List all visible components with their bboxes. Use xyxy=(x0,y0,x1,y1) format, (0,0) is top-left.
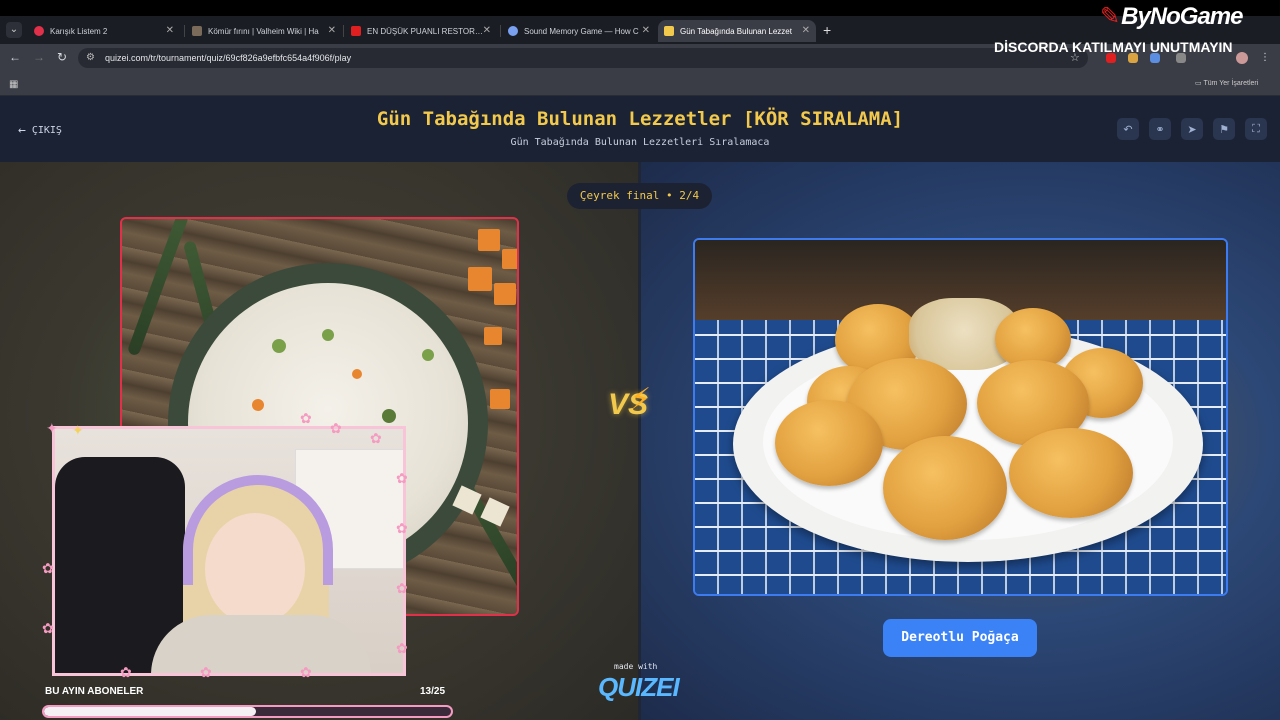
lightning-bolt-icon: ⚡ xyxy=(630,383,652,416)
game-favicon-icon xyxy=(508,26,518,36)
quiz-title: Gün Tabağında Bulunan Lezzetler [KÖR SIR… xyxy=(376,108,904,130)
new-tab-button[interactable]: + xyxy=(823,22,831,38)
tab-label: Gün Tabağında Bulunan Lezzet xyxy=(680,26,792,36)
tab-close-icon[interactable]: ✕ xyxy=(802,25,810,36)
subscribers-goal-bar xyxy=(42,705,453,718)
flower-icon: ✿ xyxy=(42,620,54,636)
flower-icon: ✿ xyxy=(396,520,408,536)
site-info-icon[interactable]: ⚙ xyxy=(86,52,95,63)
youtube-favicon-icon xyxy=(34,26,44,36)
pickle-bit xyxy=(382,409,396,423)
tab-search-button[interactable]: ⌄ xyxy=(6,22,22,38)
discord-reminder-text: DİSCORDA KATILMAYI UNUTMAYIN xyxy=(994,39,1233,55)
quizei-favicon-icon xyxy=(664,26,674,36)
carrot-bit xyxy=(252,399,264,411)
carrot-cube xyxy=(490,389,510,409)
tab-separator xyxy=(184,25,185,37)
forward-arrow-icon[interactable]: → xyxy=(33,50,45,64)
tab-close-icon[interactable]: ✕ xyxy=(483,25,491,36)
browser-menu-icon[interactable]: ⋮ xyxy=(1260,52,1270,63)
pea xyxy=(422,349,434,361)
subscribers-goal-label: BU AYIN ABONELER xyxy=(45,686,144,697)
tab-label: Sound Memory Game — How C xyxy=(524,26,639,36)
quiz-subtitle: Gün Tabağında Bulunan Lezzetleri Sıralam… xyxy=(510,137,770,148)
undo-icon[interactable]: ↶ xyxy=(1117,118,1139,140)
tab-close-icon[interactable]: ✕ xyxy=(166,25,174,36)
reload-icon[interactable]: ↻ xyxy=(57,50,67,64)
pogaca-bun xyxy=(1009,428,1133,518)
bynogame-logo: ✎ByNoGame xyxy=(1100,2,1243,31)
wiki-favicon-icon xyxy=(192,26,202,36)
subscribers-goal-count: 13/25 xyxy=(420,686,446,697)
carrot-cube xyxy=(484,327,502,345)
pogaca-bun xyxy=(883,436,1007,540)
webcam-overlay xyxy=(52,426,406,676)
carrot-cube xyxy=(494,283,516,305)
flower-icon: ✿ xyxy=(396,640,408,656)
flower-icon: ✿ xyxy=(300,410,312,426)
made-with-text: made with xyxy=(614,662,658,671)
subscribers-goal-fill xyxy=(44,707,256,716)
carrot-bit xyxy=(352,369,362,379)
tab-valheim-wiki[interactable]: Kömür fırını | Valheim Wiki | Ha ✕ xyxy=(186,20,342,42)
flower-icon: ✿ xyxy=(330,420,342,436)
flower-icon: ✿ xyxy=(200,664,212,680)
right-choice-card[interactable] xyxy=(693,238,1228,596)
tab-restoran-video[interactable]: EN DÜŞÜK PUANLI RESTORANI ✕ xyxy=(345,20,497,42)
pen-logo-icon: ✎ xyxy=(1100,3,1120,30)
youtube-favicon-icon xyxy=(351,26,361,36)
tab-close-icon[interactable]: ✕ xyxy=(328,25,336,36)
tab-label: Kömür fırını | Valheim Wiki | Ha xyxy=(208,26,319,36)
round-indicator: Çeyrek final • 2/4 xyxy=(567,183,712,209)
tab-separator xyxy=(500,25,501,37)
tab-quizei-active[interactable]: Gün Tabağında Bulunan Lezzet ✕ xyxy=(658,20,816,42)
choose-right-button[interactable]: Dereotlu Poğaça xyxy=(883,619,1037,657)
flower-icon: ✿ xyxy=(370,430,382,446)
carrot-cube xyxy=(502,249,517,269)
flower-icon: ✿ xyxy=(396,580,408,596)
url-text[interactable]: quizei.com/tr/tournament/quiz/69cf826a9e… xyxy=(105,53,351,63)
center-divider xyxy=(638,162,641,720)
pea xyxy=(322,329,334,341)
flower-icon: ✿ xyxy=(300,664,312,680)
tab-karisik-listem[interactable]: Karışık Listem 2 ✕ xyxy=(28,20,180,42)
flower-icon: ✿ xyxy=(42,560,54,576)
logo-text: ByNoGame xyxy=(1121,3,1243,30)
tab-close-icon[interactable]: ✕ xyxy=(642,25,650,36)
window-top-strip xyxy=(0,0,1280,16)
tab-label: EN DÜŞÜK PUANLI RESTORANI xyxy=(367,26,485,36)
carrot-cube xyxy=(478,229,500,251)
carrot-cube xyxy=(468,267,492,291)
sparkle-icon: ✦ xyxy=(72,422,84,438)
fullscreen-icon[interactable]: ⛶ xyxy=(1245,118,1267,140)
tab-sound-memory-game[interactable]: Sound Memory Game — How C ✕ xyxy=(502,20,656,42)
sparkle-icon: ✦ xyxy=(46,420,58,436)
profile-avatar[interactable] xyxy=(1236,52,1248,64)
bookmarks-folder-label: Tüm Yer İşaretleri xyxy=(1203,80,1259,87)
link-icon[interactable]: ⚭ xyxy=(1149,118,1171,140)
share-send-icon[interactable]: ➤ xyxy=(1181,118,1203,140)
bookmarks-bar xyxy=(0,72,1280,96)
apps-grid-icon[interactable]: ▦ xyxy=(9,79,18,90)
streamer-sweater xyxy=(151,615,371,673)
pogaca-bun xyxy=(775,400,883,486)
tab-label: Karışık Listem 2 xyxy=(50,26,108,36)
report-flag-icon[interactable]: ⚑ xyxy=(1213,118,1235,140)
flower-icon: ✿ xyxy=(120,664,132,680)
all-bookmarks-folder[interactable]: ▭ Tüm Yer İşaretleri xyxy=(1195,79,1258,87)
back-arrow-icon[interactable]: ← xyxy=(9,50,21,64)
tab-separator xyxy=(343,25,344,37)
pea xyxy=(272,339,286,353)
quizei-logo[interactable]: QUIZEI xyxy=(598,672,680,703)
flower-icon: ✿ xyxy=(396,470,408,486)
